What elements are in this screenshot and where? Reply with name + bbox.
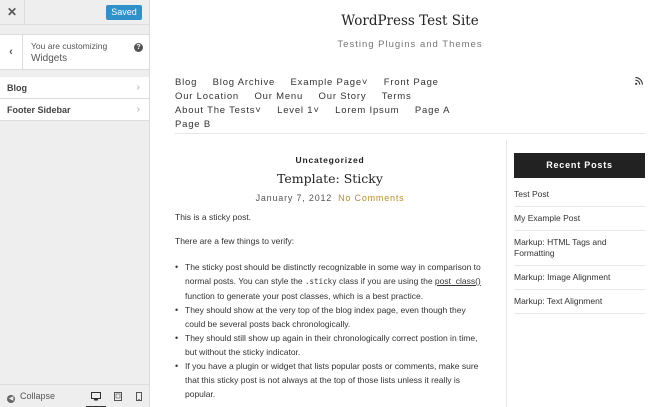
back-chevron-icon[interactable]: ‹ xyxy=(0,35,23,69)
collapse-label: Collapse xyxy=(20,391,56,401)
section-caption: You are customizing xyxy=(31,41,108,51)
recent-post-link[interactable]: Test Post xyxy=(514,189,645,207)
customizer-header: ✕ Saved xyxy=(0,0,149,25)
menu-item[interactable]: Example Page˅ xyxy=(291,77,369,88)
post-title[interactable]: Template: Sticky xyxy=(175,171,485,186)
widget-area-label: Footer Sidebar xyxy=(7,105,71,115)
post-verify: There are a few things to verify: xyxy=(175,236,295,246)
menu-item[interactable]: Front Page xyxy=(384,77,439,88)
chevron-right-icon: › xyxy=(136,82,140,93)
post-intro: This is a sticky post. xyxy=(175,212,252,222)
menu-item[interactable]: Page A xyxy=(415,105,450,116)
sticky-class-code: .sticky xyxy=(305,277,337,286)
customizer-footer: ◀ Collapse xyxy=(0,384,149,407)
menu-item[interactable]: Page B xyxy=(175,119,211,130)
recent-post-link[interactable]: My Example Post xyxy=(514,213,645,231)
desktop-icon xyxy=(91,392,101,401)
rss-icon[interactable] xyxy=(635,77,643,85)
desktop-preview-button[interactable] xyxy=(86,385,106,407)
customizer-panel: ✕ Saved ‹ You are customizing Widgets ? … xyxy=(0,0,150,407)
menu-item[interactable]: Level 1˅ xyxy=(277,105,320,116)
primary-menu: Blog Blog Archive Example Page˅ Front Pa… xyxy=(175,73,645,134)
menu-row: About The Tests˅ Level 1˅ Lorem Ipsum Pa… xyxy=(175,105,462,116)
recent-post-link[interactable]: Markup: Text Alignment xyxy=(514,296,645,314)
menu-row: Page B xyxy=(175,119,223,130)
site-preview: WordPress Test Site Testing Plugins and … xyxy=(150,0,670,407)
menu-item[interactable]: Terms xyxy=(382,91,412,102)
menu-item[interactable]: Blog xyxy=(175,77,197,88)
menu-row: Our Location Our Menu Our Story Terms xyxy=(175,91,424,102)
recent-post-link[interactable]: Markup: Image Alignment xyxy=(514,272,645,290)
post-content: Uncategorized Template: Sticky January 7… xyxy=(175,140,507,407)
post-bullet-list: The sticky post should be distinctly rec… xyxy=(175,260,485,401)
menu-item[interactable]: Lorem Ipsum xyxy=(335,105,399,116)
menu-item[interactable]: About The Tests˅ xyxy=(175,105,262,116)
comments-link[interactable]: No Comments xyxy=(338,193,404,203)
mobile-preview-button[interactable] xyxy=(129,385,149,407)
widget-area-blog[interactable]: Blog › xyxy=(0,77,149,99)
tablet-icon xyxy=(114,392,122,401)
section-info: You are customizing Widgets xyxy=(31,41,131,65)
list-item: They should still show up again in their… xyxy=(175,331,485,359)
list-item: They should show at the very top of the … xyxy=(175,303,485,331)
widget-area-label: Blog xyxy=(7,83,27,93)
post-category[interactable]: Uncategorized xyxy=(175,155,485,165)
list-item: If you have a plugin or widget that list… xyxy=(175,359,485,401)
list-item: The sticky post should be distinctly rec… xyxy=(175,260,485,303)
help-icon[interactable]: ? xyxy=(134,43,143,52)
chevron-right-icon: › xyxy=(136,104,140,115)
recent-posts-list: Test Post My Example Post Markup: HTML T… xyxy=(514,189,645,314)
sidebar-widget: Recent Posts Test Post My Example Post M… xyxy=(514,153,645,320)
post-date[interactable]: January 7, 2012 xyxy=(256,193,333,203)
site-title[interactable]: WordPress Test Site xyxy=(150,13,670,29)
post-class-link[interactable]: post_class() xyxy=(435,276,481,286)
widget-title: Recent Posts xyxy=(514,153,645,178)
widget-area-footer-sidebar[interactable]: Footer Sidebar › xyxy=(0,99,149,121)
menu-item[interactable]: Our Location xyxy=(175,91,239,102)
close-icon[interactable]: ✕ xyxy=(0,0,25,25)
collapse-button[interactable]: ◀ Collapse xyxy=(7,385,55,407)
mobile-icon xyxy=(136,392,142,401)
section-header: ‹ You are customizing Widgets ? xyxy=(0,34,149,70)
tablet-preview-button[interactable] xyxy=(108,385,128,407)
site-description: Testing Plugins and Themes xyxy=(337,39,483,50)
menu-item[interactable]: Our Menu xyxy=(254,91,303,102)
collapse-arrow-icon: ◀ xyxy=(7,395,15,403)
menu-item[interactable]: Our Story xyxy=(319,91,367,102)
recent-post-link[interactable]: Markup: HTML Tags and Formatting xyxy=(514,237,645,266)
post-meta: January 7, 2012 No Comments xyxy=(175,193,485,203)
menu-row: Blog Blog Archive Example Page˅ Front Pa… xyxy=(175,77,451,88)
menu-item[interactable]: Blog Archive xyxy=(213,77,275,88)
section-title: Widgets xyxy=(31,53,68,64)
saved-button[interactable]: Saved xyxy=(106,5,142,20)
